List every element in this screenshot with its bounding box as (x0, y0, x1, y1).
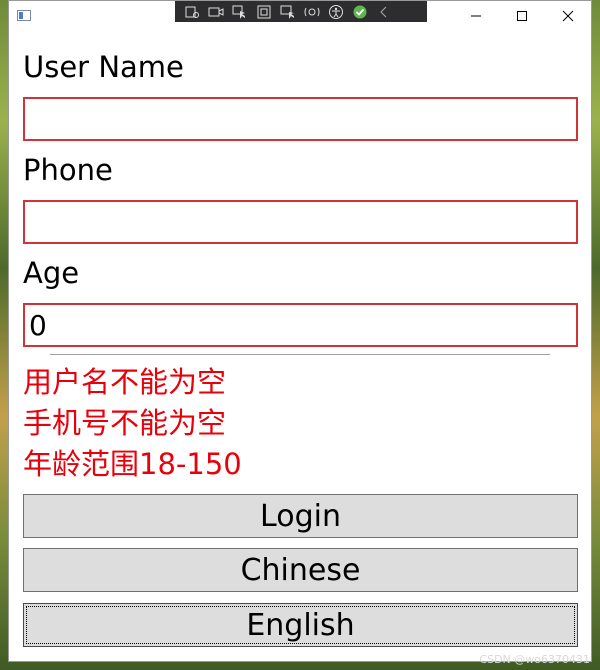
live-visual-tree-icon[interactable] (183, 4, 201, 20)
username-input[interactable] (23, 97, 578, 141)
error-username-required: 用户名不能为空 (23, 365, 227, 399)
username-label: User Name (23, 50, 184, 84)
display-layout-adorners-icon[interactable] (255, 4, 273, 20)
form-separator (50, 354, 550, 355)
app-window: User Name Phone Age 用户名不能为空 手机号不能为空 年龄范围… (8, 0, 592, 662)
track-focused-element-icon[interactable] (279, 4, 297, 20)
title-bar (9, 1, 591, 31)
xaml-debug-toolbar (175, 1, 427, 22)
error-phone-required: 手机号不能为空 (23, 406, 227, 440)
app-window-icon (17, 10, 31, 21)
phone-input[interactable] (23, 200, 578, 244)
status-ok-icon[interactable] (351, 4, 369, 20)
chinese-language-button[interactable]: Chinese (23, 548, 578, 592)
watermark: CSDN @wo6370431 (479, 653, 590, 666)
hot-reload-icon[interactable] (303, 4, 321, 20)
maximize-icon (517, 11, 527, 21)
maximize-button[interactable] (499, 1, 545, 31)
login-button[interactable]: Login (23, 494, 578, 538)
close-button[interactable] (545, 1, 591, 31)
accessibility-icon[interactable] (327, 4, 345, 20)
english-language-button[interactable]: English (23, 603, 578, 647)
age-input[interactable] (23, 303, 578, 347)
close-icon (562, 10, 574, 22)
minimize-icon (471, 15, 481, 17)
age-label: Age (23, 256, 80, 290)
collapse-toolbar-icon[interactable] (375, 4, 393, 20)
minimize-button[interactable] (453, 1, 499, 31)
error-age-range: 年龄范围18-150 (23, 447, 242, 481)
window-controls (453, 1, 591, 31)
phone-label: Phone (23, 153, 113, 187)
select-element-icon[interactable] (231, 4, 249, 20)
video-record-icon[interactable] (207, 4, 225, 20)
